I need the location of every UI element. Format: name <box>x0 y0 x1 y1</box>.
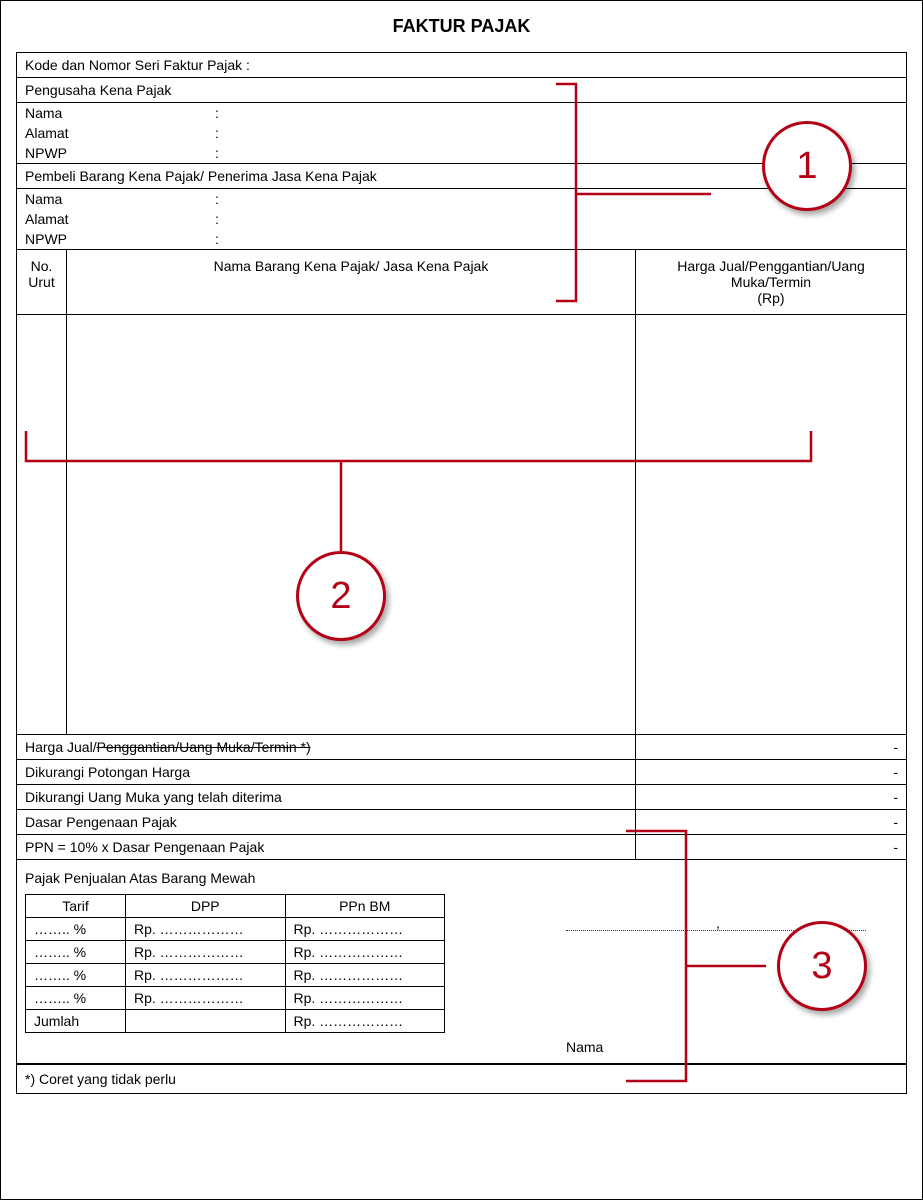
bracket-2 <box>21 431 821 661</box>
summary-row-potongan: Dikurangi Potongan Harga - <box>17 760 906 785</box>
ppnbm-row: …….. %Rp. ………………Rp. ……………… <box>26 941 445 964</box>
kode-seri-row: Kode dan Nomor Seri Faktur Pajak : <box>17 53 906 78</box>
annotation-circle-1: 1 <box>762 121 852 211</box>
faktur-pajak-page: FAKTUR PAJAK Kode dan Nomor Seri Faktur … <box>0 0 923 1200</box>
pembeli-fields: Nama : Alamat : NPWP : <box>17 189 906 250</box>
ppnbm-row: …….. %Rp. ………………Rp. ……………… <box>26 964 445 987</box>
ppnbm-row: …….. %Rp. ………………Rp. ……………… <box>26 987 445 1010</box>
pkp-section-header: Pengusaha Kena Pajak <box>17 78 906 103</box>
document-title: FAKTUR PAJAK <box>1 1 922 52</box>
col-name-header: Nama Barang Kena Pajak/ Jasa Kena Pajak <box>67 250 636 314</box>
ppnbm-row: …….. %Rp. ………………Rp. ……………… <box>26 918 445 941</box>
annotation-circle-2: 2 <box>296 551 386 641</box>
pkp-nama-row: Nama : <box>17 103 906 123</box>
summary-row-uangmuka: Dikurangi Uang Muka yang telah diterima … <box>17 785 906 810</box>
pembeli-alamat-row: Alamat : <box>17 209 906 229</box>
pembeli-npwp-row: NPWP : <box>17 229 906 249</box>
ppnbm-header-row: Tarif DPP PPn BM <box>26 895 445 918</box>
items-header-row: No. Urut Nama Barang Kena Pajak/ Jasa Ke… <box>17 250 906 315</box>
annotation-circle-3: 3 <box>777 921 867 1011</box>
summary-row-harga: Harga Jual/Penggantian/Uang Muka/Termin … <box>17 735 906 760</box>
ppnbm-jumlah-row: JumlahRp. ……………… <box>26 1010 445 1033</box>
bracket-1 <box>556 79 716 309</box>
col-no-header: No. Urut <box>17 250 67 314</box>
ppnbm-table: Tarif DPP PPn BM …….. %Rp. ………………Rp. ………… <box>25 894 445 1033</box>
kode-seri-label: Kode dan Nomor Seri Faktur Pajak : <box>25 57 250 73</box>
